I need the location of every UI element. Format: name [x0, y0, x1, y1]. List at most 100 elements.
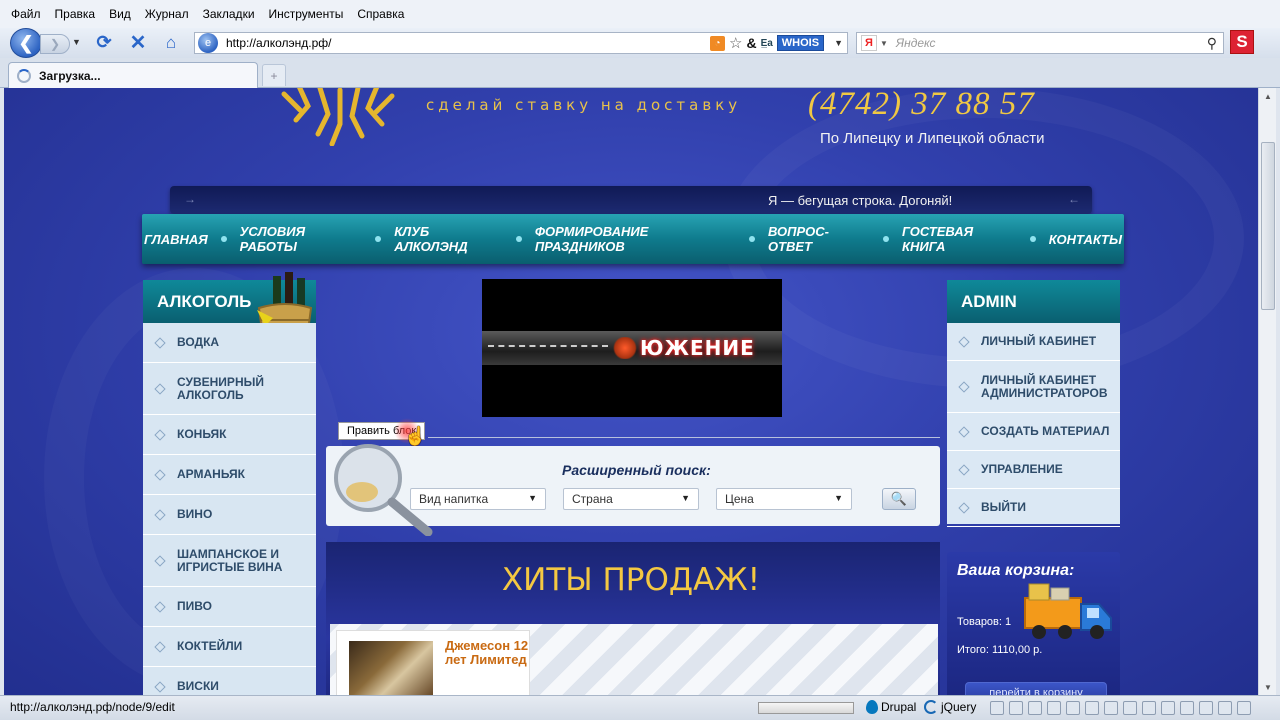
- addon-icon[interactable]: [1104, 701, 1118, 715]
- price-select[interactable]: Цена ▼: [716, 488, 852, 510]
- forward-button[interactable]: ❯: [40, 34, 70, 54]
- url-text[interactable]: http://алколэнд.рф/: [226, 36, 710, 50]
- select-value: Вид напитка: [419, 492, 489, 506]
- addon-icon[interactable]: [1047, 701, 1061, 715]
- country-select[interactable]: Страна ▼: [563, 488, 699, 510]
- product-image[interactable]: [349, 641, 433, 695]
- addon-icon[interactable]: [1066, 701, 1080, 715]
- reload-icon[interactable]: ⟳: [94, 32, 114, 52]
- nav-guestbook[interactable]: Гостевая книга: [900, 224, 1019, 254]
- stop-icon[interactable]: ✕: [128, 32, 148, 54]
- menu-history[interactable]: Журнал: [138, 7, 196, 21]
- nav-contacts[interactable]: Контакты: [1047, 232, 1124, 247]
- category-champagne[interactable]: Шампанское и игристые вина: [143, 535, 316, 587]
- nav-separator-icon: [220, 236, 227, 242]
- addon-icon[interactable]: [1009, 701, 1023, 715]
- yandex-icon[interactable]: Я: [861, 35, 877, 51]
- search-submit-button[interactable]: 🔍: [882, 488, 916, 510]
- menu-help[interactable]: Справка: [350, 7, 411, 21]
- addon-icon[interactable]: [1123, 701, 1137, 715]
- loading-progress-bar: [758, 702, 854, 714]
- addon-icon[interactable]: [1142, 701, 1156, 715]
- category-cocktails[interactable]: Коктейли: [143, 627, 316, 667]
- category-whisky[interactable]: Виски: [143, 667, 316, 695]
- banner-dashes: [488, 345, 608, 347]
- plus-icon: +: [270, 68, 278, 83]
- addon-icon[interactable]: [990, 701, 1004, 715]
- scroll-up-icon[interactable]: ▲: [1259, 88, 1277, 104]
- search-bar[interactable]: Я ▼ Яндекс ⚲: [856, 32, 1224, 54]
- admin-account[interactable]: Личный кабинет: [947, 323, 1120, 361]
- category-armagnac[interactable]: Арманьяк: [143, 455, 316, 495]
- nav-home[interactable]: Главная: [142, 232, 210, 247]
- rss-icon[interactable]: ◔: [709, 35, 725, 51]
- url-dropdown-icon[interactable]: ▼: [834, 38, 843, 48]
- addon-icon[interactable]: [1161, 701, 1175, 715]
- history-dropdown-icon[interactable]: ▼: [72, 37, 81, 47]
- product-name[interactable]: Джемесон 12 лет Лимитед: [445, 639, 529, 667]
- delivery-region: По Липецку и Липецкой области: [820, 130, 1045, 147]
- divider: [428, 437, 940, 438]
- addon-icon[interactable]: [1199, 701, 1213, 715]
- addon-icon[interactable]: [1180, 701, 1194, 715]
- nav-club[interactable]: Клуб алколэнд: [392, 224, 505, 254]
- search-input[interactable]: Яндекс: [896, 36, 1207, 50]
- nav-separator-icon: [1029, 236, 1036, 242]
- category-vodka[interactable]: Водка: [143, 323, 316, 363]
- news-ticker: → Я — бегущая строка. Догоняй! ←: [170, 186, 1092, 214]
- jquery-label: jQuery: [941, 700, 977, 714]
- category-beer[interactable]: Пиво: [143, 587, 316, 627]
- promo-banner[interactable]: ЮЖЕНИЕ: [482, 279, 782, 417]
- vertical-scrollbar[interactable]: ▲ ▼: [1258, 88, 1276, 695]
- addon-s-icon[interactable]: S: [1230, 30, 1254, 54]
- category-cognac[interactable]: Коньяк: [143, 415, 316, 455]
- delivery-truck-icon: [1024, 583, 1112, 639]
- menu-view[interactable]: Вид: [102, 7, 138, 21]
- jquery-indicator[interactable]: jQuery: [924, 700, 976, 714]
- drink-type-select[interactable]: Вид напитка ▼: [410, 488, 546, 510]
- new-tab-button[interactable]: +: [262, 64, 286, 86]
- scroll-down-icon[interactable]: ▼: [1259, 679, 1277, 695]
- menu-file[interactable]: Файл: [4, 7, 48, 21]
- back-arrow-icon: ❮: [18, 32, 34, 53]
- go-to-cart-button[interactable]: перейти в корзину: [965, 682, 1107, 695]
- nav-celebrations[interactable]: Формирование праздников: [533, 224, 738, 254]
- nav-separator-icon: [883, 236, 889, 242]
- status-bar: http://алколэнд.рф/node/9/edit Drupal jQ…: [0, 695, 1280, 720]
- tab-loading[interactable]: Загрузка...: [8, 62, 258, 88]
- admin-create-content[interactable]: Создать материал: [947, 413, 1120, 451]
- menu-bookmarks[interactable]: Закладки: [196, 7, 262, 21]
- main-navigation: Главная Условия работы Клуб алколэнд Фор…: [142, 214, 1124, 264]
- scroll-thumb[interactable]: [1261, 142, 1275, 310]
- menu-edit[interactable]: Правка: [48, 7, 103, 21]
- addon-icon[interactable]: [1218, 701, 1232, 715]
- nav-terms[interactable]: Условия работы: [238, 224, 365, 254]
- back-button[interactable]: ❮: [10, 28, 42, 58]
- ampersand-icon[interactable]: &: [746, 35, 756, 51]
- addon-icon[interactable]: [1237, 701, 1251, 715]
- navigation-toolbar: ❮ ❯ ▼ ⟳ ✕ ⌂ e http://алколэнд.рф/ ◔ ☆ & …: [0, 28, 1280, 58]
- home-icon[interactable]: ⌂: [160, 32, 182, 54]
- cart-total: Итого: 1110,00 р.: [957, 644, 1043, 656]
- flame-icon: [612, 337, 638, 359]
- product-card[interactable]: Джемесон 12 лет Лимитед: [336, 630, 530, 695]
- category-souvenir[interactable]: Сувенирный алкоголь: [143, 363, 316, 415]
- admin-admin-account[interactable]: Личный кабинет администраторов: [947, 361, 1120, 413]
- search-engine-dropdown-icon[interactable]: ▼: [880, 39, 888, 48]
- arrow-left-icon: ←: [1068, 192, 1080, 206]
- drupal-indicator[interactable]: Drupal: [866, 700, 916, 714]
- admin-logout[interactable]: Выйти: [947, 489, 1120, 527]
- nav-faq[interactable]: Вопрос-ответ: [766, 224, 872, 254]
- bookmark-star-icon[interactable]: ☆: [729, 34, 742, 52]
- whois-button[interactable]: WHOIS: [776, 35, 825, 51]
- search-icon[interactable]: ⚲: [1207, 35, 1217, 52]
- addon-icon[interactable]: [1028, 701, 1042, 715]
- admin-manage[interactable]: Управление: [947, 451, 1120, 489]
- addon-icon[interactable]: [1085, 701, 1099, 715]
- status-url: http://алколэнд.рф/node/9/edit: [10, 700, 175, 714]
- address-bar[interactable]: e http://алколэнд.рф/ ◔ ☆ & E̲a WHOIS ▼: [194, 32, 848, 54]
- category-wine[interactable]: Вино: [143, 495, 316, 535]
- translate-icon[interactable]: E̲a: [761, 38, 773, 49]
- menu-tools[interactable]: Инструменты: [262, 7, 351, 21]
- page-viewport: сделай ставку на доставку (4742) 37 88 5…: [4, 88, 1258, 695]
